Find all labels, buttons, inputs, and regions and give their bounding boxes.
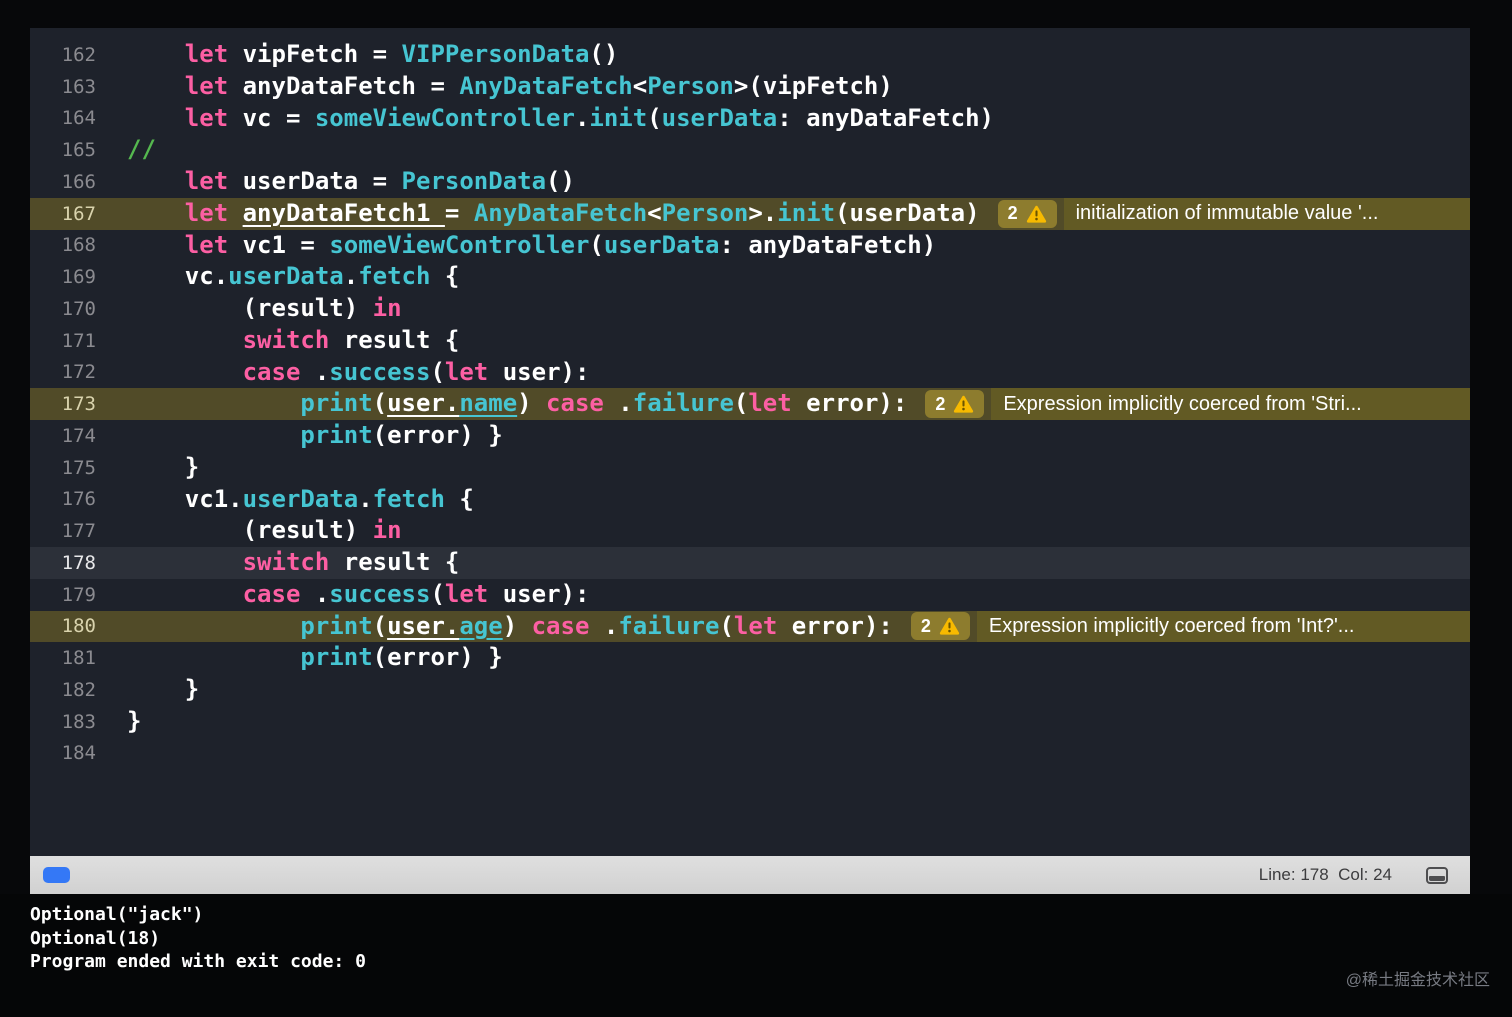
console-output-line: Program ended with exit code: 0 bbox=[30, 951, 366, 972]
console-output-line: Optional("jack") bbox=[30, 904, 204, 925]
warning-triangle-icon bbox=[1026, 205, 1046, 223]
code-text: print(error) } bbox=[300, 643, 503, 672]
line-number[interactable]: 162 bbox=[30, 44, 96, 66]
line-number[interactable]: 176 bbox=[30, 488, 96, 510]
code-line-182[interactable]: 182 } bbox=[30, 674, 1470, 706]
warning-count: 2 bbox=[920, 615, 931, 636]
code-line-170[interactable]: 170 (result) in bbox=[30, 293, 1470, 325]
line-number[interactable]: 172 bbox=[30, 361, 96, 383]
warning-triangle-icon bbox=[939, 618, 960, 636]
line-number[interactable]: 167 bbox=[30, 203, 96, 225]
code-text: case .success(let user): bbox=[242, 357, 590, 386]
code-text: let vipFetch = VIPPersonData() bbox=[184, 40, 619, 68]
code-line-166[interactable]: 166 let userData = PersonData() bbox=[30, 166, 1470, 198]
code-text: } bbox=[184, 675, 200, 703]
breakpoints-toggle-button[interactable] bbox=[43, 867, 70, 883]
line-number[interactable]: 164 bbox=[30, 107, 96, 129]
code-line-184[interactable]: 184 bbox=[30, 738, 1470, 770]
code-text: switch result { bbox=[242, 325, 460, 354]
cursor-position-label: Line: 178 Col: 24 bbox=[1258, 865, 1392, 884]
code-line-179[interactable]: 179 case .success(let user): bbox=[30, 579, 1470, 611]
debug-console[interactable]: Optional("jack") Optional(18) Program en… bbox=[0, 894, 1512, 1017]
line-number[interactable]: 181 bbox=[30, 647, 96, 669]
line-number[interactable]: 168 bbox=[30, 234, 96, 256]
code-line-171[interactable]: 171 switch result { bbox=[30, 325, 1470, 357]
code-line-164[interactable]: 164 let vc = someViewController.init(use… bbox=[30, 103, 1470, 135]
code-text: (result) in bbox=[242, 294, 402, 322]
line-number[interactable]: 177 bbox=[30, 520, 96, 542]
warning-badge[interactable]: 2 bbox=[910, 612, 970, 641]
line-number[interactable]: 173 bbox=[30, 393, 96, 415]
warning-count: 2 bbox=[935, 393, 946, 414]
code-line-167[interactable]: 167 let anyDataFetch1 = AnyDataFetch<Per… bbox=[30, 197, 1470, 230]
code-text: switch result { bbox=[242, 548, 460, 576]
line-number[interactable]: 165 bbox=[30, 139, 96, 161]
code-text: (result) in bbox=[242, 516, 402, 545]
code-line-165[interactable]: 165 // bbox=[30, 134, 1470, 166]
line-number[interactable]: 163 bbox=[30, 76, 96, 98]
screen: 162 let vipFetch = VIPPersonData() 163 le… bbox=[0, 0, 1512, 1017]
warning-message[interactable]: initialization of immutable value '... bbox=[1063, 197, 1470, 230]
code-line-176[interactable]: 176 vc1.userData.fetch { bbox=[30, 484, 1470, 516]
code-text: print(user.name) case .failure(let error… bbox=[300, 389, 908, 418]
code-line-183[interactable]: 183} bbox=[30, 706, 1470, 738]
code-line-168[interactable]: 168 let vc1 = someViewController(userDat… bbox=[30, 230, 1470, 262]
warning-count: 2 bbox=[1007, 203, 1018, 224]
line-number[interactable]: 183 bbox=[30, 711, 96, 733]
line-number[interactable]: 175 bbox=[30, 457, 96, 479]
line-number[interactable]: 179 bbox=[30, 584, 96, 606]
code-text: // bbox=[127, 135, 156, 164]
line-number[interactable]: 184 bbox=[30, 742, 96, 764]
code-line-169[interactable]: 169 vc.userData.fetch { bbox=[30, 261, 1470, 293]
line-number[interactable]: 178 bbox=[30, 552, 96, 574]
warning-triangle-icon bbox=[954, 395, 974, 413]
code-line-163[interactable]: 163 let anyDataFetch = AnyDataFetch<Pers… bbox=[30, 71, 1470, 103]
console-pane-icon[interactable] bbox=[1426, 866, 1448, 884]
warning-badge[interactable]: 2 bbox=[997, 199, 1057, 228]
warning-message[interactable]: Expression implicitly coerced from 'Int?… bbox=[976, 610, 1470, 643]
code-line-178[interactable]: 178 switch result { bbox=[30, 547, 1470, 579]
code-line-180[interactable]: 180 print(user.age) case .failure(let er… bbox=[30, 610, 1470, 643]
console-output-line: Optional(18) bbox=[30, 927, 161, 949]
status-bar-right: Line: 178 Col: 24 bbox=[1259, 865, 1470, 885]
line-number[interactable]: 170 bbox=[30, 298, 96, 320]
warning-message[interactable]: Expression implicitly coerced from 'Stri… bbox=[991, 388, 1470, 420]
watermark: @稀土掘金技术社区 bbox=[1345, 972, 1490, 989]
code-text: let userData = PersonData() bbox=[184, 167, 575, 195]
code-lines: 162 let vipFetch = VIPPersonData() 163 le… bbox=[30, 39, 1470, 769]
line-number[interactable]: 169 bbox=[30, 266, 96, 288]
code-line-177[interactable]: 177 (result) in bbox=[30, 515, 1470, 547]
code-text: let vc = someViewController.init(userDat… bbox=[184, 103, 994, 132]
code-text: } bbox=[184, 452, 200, 481]
line-number[interactable]: 174 bbox=[30, 425, 96, 447]
code-line-173[interactable]: 173 print(user.name) case .failure(let e… bbox=[30, 388, 1470, 420]
code-text: vc1.userData.fetch { bbox=[184, 484, 474, 513]
code-text: let vc1 = someViewController(userData: a… bbox=[184, 230, 937, 259]
code-text: vc.userData.fetch { bbox=[184, 262, 460, 291]
code-line-175[interactable]: 175 } bbox=[30, 452, 1470, 484]
editor-status-bar: Line: 178 Col: 24 bbox=[30, 856, 1470, 894]
line-number[interactable]: 180 bbox=[30, 615, 96, 637]
code-text: print(user.age) case .failure(let error)… bbox=[300, 611, 893, 640]
code-text: } bbox=[127, 706, 142, 735]
code-text: let anyDataFetch1 = AnyDataFetch<Person>… bbox=[184, 198, 980, 227]
warning-badge[interactable]: 2 bbox=[925, 390, 985, 419]
code-text: let anyDataFetch = AnyDataFetch<Person>(… bbox=[184, 71, 893, 100]
code-text: case .success(let user): bbox=[242, 579, 590, 608]
code-editor[interactable]: 162 let vipFetch = VIPPersonData() 163 le… bbox=[30, 28, 1470, 856]
line-number[interactable]: 182 bbox=[30, 679, 96, 701]
line-number[interactable]: 166 bbox=[30, 171, 96, 193]
code-line-181[interactable]: 181 print(error) } bbox=[30, 642, 1470, 674]
code-text: print(error) } bbox=[300, 421, 503, 449]
line-number[interactable]: 171 bbox=[30, 330, 96, 352]
code-line-174[interactable]: 174 print(error) } bbox=[30, 420, 1470, 452]
code-line-172[interactable]: 172 case .success(let user): bbox=[30, 357, 1470, 389]
code-line-162[interactable]: 162 let vipFetch = VIPPersonData() bbox=[30, 39, 1470, 71]
